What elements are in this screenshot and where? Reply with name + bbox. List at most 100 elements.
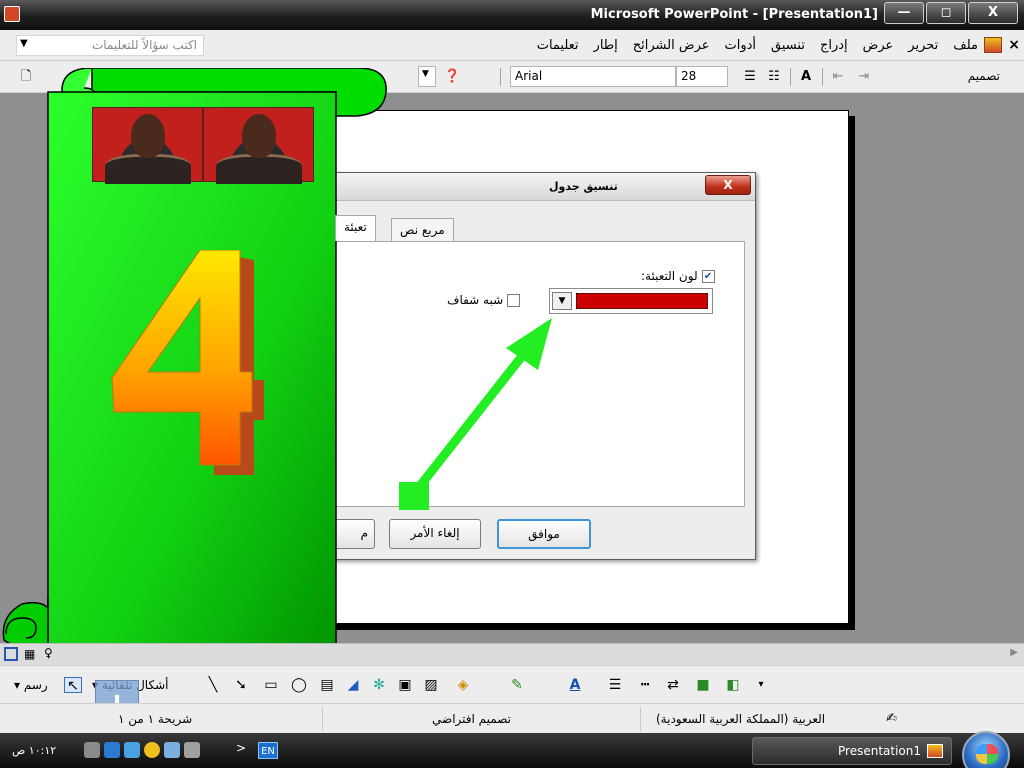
increase-font-icon[interactable]: A [798,69,814,85]
toolbar-separator [790,68,791,86]
cancel-button[interactable]: إلغاء الأمر [389,519,481,549]
tab-fill[interactable]: تعبئة [335,215,376,241]
photo-body [105,154,191,184]
ok-button[interactable]: موافق [497,519,591,549]
menu-help[interactable]: تعليمات [537,38,579,53]
numbering-icon[interactable]: ☰ [742,69,758,85]
help-search-input[interactable]: اكتب سؤالاً للتعليمات ▼ [16,35,204,56]
photo-face [131,114,165,158]
connection-icon[interactable] [164,742,180,758]
help-dropdown-icon[interactable]: ▼ [20,38,28,49]
bullets-icon[interactable]: ☷ [766,69,782,85]
increase-indent-icon[interactable]: ⇥ [856,69,872,85]
clipart-icon[interactable]: ▣ [396,677,414,693]
fill-color-icon[interactable]: ◈ [454,677,472,693]
font-color-icon[interactable]: A [566,677,584,693]
close-document-icon[interactable]: × [1008,37,1020,53]
diagram-icon[interactable]: ✻ [370,677,388,693]
fill-color-swatch [576,293,708,309]
oval-icon[interactable]: ◯ [290,677,308,693]
slide-sorter-view-icon[interactable]: ▦ [24,647,35,661]
select-pointer-icon[interactable]: ↖ [64,677,82,694]
color-dropdown-icon[interactable]: ▼ [552,292,572,310]
line-icon[interactable]: ╲ [204,677,222,693]
toolbar-options-icon[interactable]: ▾ [752,677,770,693]
shadow-icon[interactable]: ■ [694,677,712,693]
arrow-shaft [408,343,534,499]
menu-slideshow[interactable]: عرض الشرائح [633,38,710,53]
fill-color-checkbox[interactable]: ✔ [701,269,715,283]
messenger-icon[interactable] [144,742,160,758]
rectangle-icon[interactable]: ▭ [262,677,280,693]
font-size-value: 28 [681,69,697,83]
normal-view-icon[interactable] [4,647,18,661]
tray-expand-icon[interactable]: > [236,741,246,755]
network-icon[interactable] [84,742,100,758]
menu-insert[interactable]: إدراج [820,38,848,53]
wordart-icon[interactable]: ◢ [344,677,362,693]
minimize-button[interactable]: — [884,2,924,24]
update-icon[interactable] [104,742,120,758]
big-number-four: 4 [111,250,264,475]
window-title: Microsoft PowerPoint - [Presentation1] [590,7,878,22]
fill-color-picker[interactable]: ▼ [549,288,713,314]
taskbar-presentation-button[interactable]: Presentation1 [752,737,952,765]
language-status: العربية (المملكة العربية السعودية) [656,712,826,726]
arrow-style-icon[interactable]: ⇄ [664,677,682,693]
scroll-right-icon[interactable]: ▶ [1010,647,1018,658]
photo-body [216,154,302,184]
spelling-icon[interactable]: ✍ [886,711,897,726]
document-icon[interactable] [984,37,1002,53]
zoom-dropdown-icon[interactable]: ▼ [418,66,436,87]
help-icon[interactable]: ❓ [444,69,460,85]
semi-transparent-checkbox[interactable] [507,293,521,307]
decrease-indent-icon[interactable]: ⇤ [830,69,846,85]
dash-style-icon[interactable]: ┅ [636,677,654,693]
design-label: تصميم [967,69,1000,83]
line-color-icon[interactable]: ✎ [508,677,526,693]
design-button[interactable]: تصميم [968,69,1000,83]
toolbar-separator [500,68,501,86]
textbox-icon[interactable]: ▤ [318,677,336,693]
arrow-icon[interactable]: ➘ [232,677,250,693]
title-bar: Microsoft PowerPoint - [Presentation1] —… [0,0,1024,30]
close-window-button[interactable]: X [968,2,1018,24]
menu-format[interactable]: تنسيق [771,38,805,53]
status-divider [640,707,641,731]
volume-icon[interactable] [184,742,200,758]
font-size-select[interactable]: 28 [676,66,728,87]
tab-textbox[interactable]: مربع نص [391,218,454,241]
help-placeholder: اكتب سؤالاً للتعليمات [91,38,197,52]
four-face [111,250,253,466]
dialog-close-button[interactable]: X [705,175,751,195]
fill-color-row[interactable]: ✔ لون التعبئة: [641,269,715,283]
photo-face [242,114,276,158]
task-label: Presentation1 [838,744,921,758]
line-style-icon[interactable]: ☰ [606,677,624,693]
maximize-button[interactable]: ◻ [926,2,966,24]
picture-icon[interactable]: ▨ [422,677,440,693]
dialog-title: تنسيق جدول [549,180,618,193]
slideshow-view-icon[interactable]: ♀ [44,646,53,660]
view-buttons-bar: ▦ ♀ ▶ [0,643,1024,665]
menu-file[interactable]: ملف [953,38,978,53]
language-indicator[interactable]: EN [258,742,278,759]
menu-tools[interactable]: أدوات [725,38,757,53]
display-icon[interactable] [124,742,140,758]
powerpoint-task-icon [927,744,943,758]
portrait-photo-left [92,107,203,184]
3d-icon[interactable]: ◧ [724,677,742,693]
semi-transparent-row[interactable]: شبه شفاف [447,293,521,307]
menu-edit[interactable]: تحرير [908,38,938,53]
powerpoint-app-icon[interactable] [4,6,20,22]
menu-view[interactable]: عرض [863,38,894,53]
draw-label: رسم [23,678,48,692]
arrow-tail-square [399,482,429,510]
font-name-select[interactable]: Arial [510,66,676,87]
fill-color-label: لون التعبئة: [641,269,698,283]
draw-menu-button[interactable]: رسم ▾ [14,678,48,692]
design-name: تصميم افتراضي [432,712,511,726]
status-divider [322,707,323,731]
clock[interactable]: ١٠:١٢ ص [12,744,56,757]
menu-window[interactable]: إطار [594,38,618,53]
